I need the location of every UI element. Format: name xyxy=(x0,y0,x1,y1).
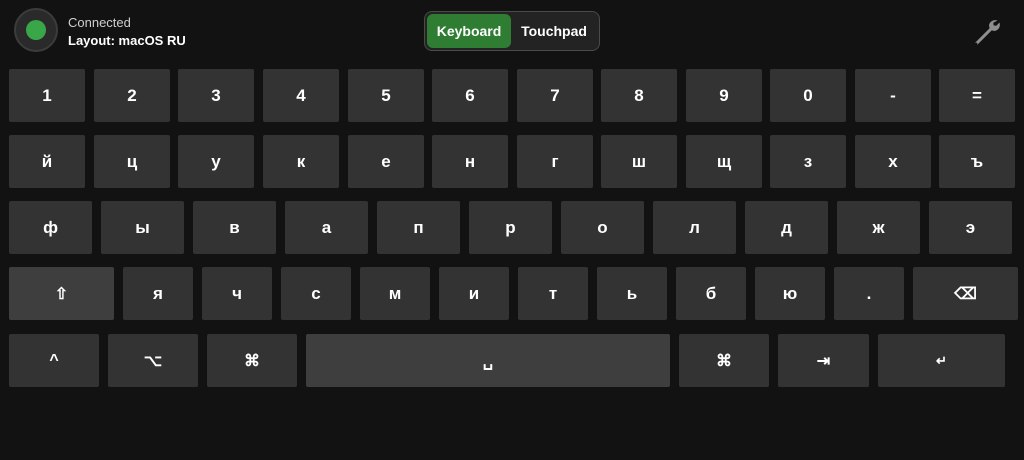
key-letter[interactable]: ф xyxy=(9,201,92,254)
key-6[interactable]: 6 xyxy=(432,69,508,122)
layout-label: Layout: macOS RU xyxy=(68,33,186,48)
key-letter[interactable]: ч xyxy=(202,267,272,320)
key-letter[interactable]: ж xyxy=(837,201,920,254)
control-key[interactable]: ^ xyxy=(9,334,99,387)
key-letter[interactable]: м xyxy=(360,267,430,320)
key-letter[interactable]: а xyxy=(285,201,368,254)
key-5[interactable]: 5 xyxy=(348,69,424,122)
key-letter[interactable]: у xyxy=(178,135,254,188)
shift-key[interactable]: ⇧ xyxy=(9,267,114,320)
key-letter[interactable]: и xyxy=(439,267,509,320)
key-letter[interactable]: р xyxy=(469,201,552,254)
key-letter[interactable]: ц xyxy=(94,135,170,188)
key-letter[interactable]: е xyxy=(348,135,424,188)
key-letter[interactable]: ь xyxy=(597,267,667,320)
touchpad-mode-button[interactable]: Touchpad xyxy=(511,14,597,48)
key-minus[interactable]: - xyxy=(855,69,931,122)
key-8[interactable]: 8 xyxy=(601,69,677,122)
keyboard-mode-button[interactable]: Keyboard xyxy=(427,14,511,48)
key-letter[interactable]: ъ xyxy=(939,135,1015,188)
key-letter[interactable]: ю xyxy=(755,267,825,320)
keyboard-row-2: ф ы в а п р о л д ж э xyxy=(9,201,1012,254)
key-equals[interactable]: = xyxy=(939,69,1015,122)
key-letter[interactable]: х xyxy=(855,135,931,188)
key-letter[interactable]: к xyxy=(263,135,339,188)
key-letter[interactable]: ы xyxy=(101,201,184,254)
enter-key[interactable]: ↵ xyxy=(878,334,1005,387)
key-letter[interactable]: й xyxy=(9,135,85,188)
key-3[interactable]: 3 xyxy=(178,69,254,122)
key-letter[interactable]: д xyxy=(745,201,828,254)
keyboard-row-3: ⇧ я ч с м и т ь б ю . ⌫ xyxy=(9,267,1018,320)
key-period[interactable]: . xyxy=(834,267,904,320)
key-9[interactable]: 9 xyxy=(686,69,762,122)
connection-state-label: Connected xyxy=(68,15,131,30)
command-key-left[interactable]: ⌘ xyxy=(207,334,297,387)
key-letter[interactable]: б xyxy=(676,267,746,320)
space-key[interactable]: ␣ xyxy=(306,334,670,387)
key-letter[interactable]: щ xyxy=(686,135,762,188)
key-letter[interactable]: о xyxy=(561,201,644,254)
mode-toggle: Keyboard Touchpad xyxy=(424,11,600,51)
key-letter[interactable]: э xyxy=(929,201,1012,254)
key-letter[interactable]: н xyxy=(432,135,508,188)
keyboard-row-bottom: ^ ⌥ ⌘ ␣ ⌘ ⇥ ↵ xyxy=(9,334,1005,387)
key-letter[interactable]: л xyxy=(653,201,736,254)
header-bar: Connected Layout: macOS RU Keyboard Touc… xyxy=(0,0,1024,62)
key-letter[interactable]: т xyxy=(518,267,588,320)
connection-status: Connected Layout: macOS RU xyxy=(68,14,186,50)
tab-key[interactable]: ⇥ xyxy=(778,334,869,387)
key-letter[interactable]: я xyxy=(123,267,193,320)
key-2[interactable]: 2 xyxy=(94,69,170,122)
key-letter[interactable]: г xyxy=(517,135,593,188)
connection-indicator xyxy=(14,8,58,52)
option-key[interactable]: ⌥ xyxy=(108,334,198,387)
key-1[interactable]: 1 xyxy=(9,69,85,122)
wrench-icon[interactable] xyxy=(970,16,1004,50)
key-letter[interactable]: п xyxy=(377,201,460,254)
key-letter[interactable]: з xyxy=(770,135,846,188)
key-7[interactable]: 7 xyxy=(517,69,593,122)
backspace-key[interactable]: ⌫ xyxy=(913,267,1018,320)
key-letter[interactable]: с xyxy=(281,267,351,320)
keyboard-row-numbers: 1 2 3 4 5 6 7 8 9 0 - = xyxy=(9,69,1015,122)
key-4[interactable]: 4 xyxy=(263,69,339,122)
connection-status-dot xyxy=(26,20,46,40)
command-key-right[interactable]: ⌘ xyxy=(679,334,769,387)
key-letter[interactable]: в xyxy=(193,201,276,254)
key-0[interactable]: 0 xyxy=(770,69,846,122)
keyboard-row-1: й ц у к е н г ш щ з х ъ xyxy=(9,135,1015,188)
key-letter[interactable]: ш xyxy=(601,135,677,188)
